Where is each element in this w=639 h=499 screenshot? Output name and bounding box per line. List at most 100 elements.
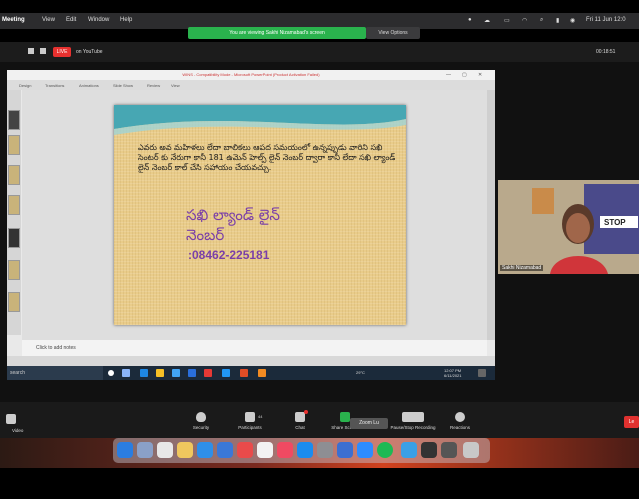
tab-animations[interactable]: Animations [79, 83, 99, 88]
menu-window[interactable]: Window [88, 17, 109, 23]
shield-icon [196, 412, 206, 422]
live-badge[interactable]: LIVE [53, 47, 71, 57]
pause-icon[interactable] [28, 48, 34, 54]
slide-thumbnail[interactable] [8, 228, 20, 248]
preview-icon[interactable] [337, 442, 353, 458]
launchpad-icon[interactable] [137, 442, 153, 458]
powerpoint-ribbon: Design Transitions Animations Slide Show… [7, 80, 495, 90]
safari-icon[interactable] [197, 442, 213, 458]
finder-icon[interactable] [117, 442, 133, 458]
temperature-label[interactable]: 29°C [356, 370, 365, 375]
chat-button[interactable]: Chat [280, 412, 320, 430]
slide-thumbnail[interactable] [8, 292, 20, 312]
taskbar-search-box[interactable]: search [7, 366, 103, 380]
participants-button[interactable]: Participants [230, 412, 270, 430]
youtube-label[interactable]: on YouTube [76, 49, 103, 55]
slide-thumbnail[interactable] [8, 135, 20, 155]
cloud-icon[interactable]: ☁ [484, 17, 490, 24]
zoom-app-icon[interactable] [222, 369, 230, 377]
notes-pane[interactable] [22, 340, 487, 356]
taskbar-date: 6/11/2021 [444, 373, 462, 378]
letterbox-bottom [0, 468, 639, 499]
zoom-dock-icon[interactable] [357, 442, 373, 458]
tab-design[interactable]: Design [19, 83, 31, 88]
file-explorer-icon[interactable] [156, 369, 164, 377]
shortcut-tooltip: Zoom Lu [350, 418, 388, 429]
wifi-icon[interactable]: ◠ [522, 17, 527, 24]
slide-heading-line2: నెంబర్ [186, 226, 225, 244]
close-icon[interactable]: ✕ [478, 72, 482, 78]
security-button[interactable]: Security [181, 412, 221, 430]
slide-thumbnail[interactable] [8, 195, 20, 215]
powerpoint-icon[interactable] [240, 369, 248, 377]
app-icon[interactable] [258, 369, 266, 377]
control-center-icon[interactable]: ◉ [570, 17, 575, 24]
participant-video[interactable]: STOP [498, 180, 639, 274]
recording-label: Pause/Stop Recording [390, 425, 436, 430]
store-icon[interactable] [172, 369, 180, 377]
leave-button[interactable]: Le [624, 416, 639, 428]
search-icon[interactable]: ⌕ [540, 17, 543, 24]
slide-thumbnail[interactable] [8, 260, 20, 280]
spotify-icon[interactable] [377, 442, 393, 458]
menu-clock[interactable]: Fri 11 Jun 12:0 [586, 17, 626, 23]
reactions-button[interactable]: Reactions [440, 412, 480, 430]
chrome-dock-icon[interactable] [157, 442, 173, 458]
trash-icon[interactable] [463, 442, 479, 458]
video-camera-icon[interactable] [6, 414, 16, 424]
participants-count: 44 [258, 414, 263, 419]
chat-label: Chat [295, 425, 305, 430]
slide-thumbnail[interactable] [8, 110, 20, 130]
taskbar-clock[interactable]: 12:07 PM 6/11/2021 [444, 368, 462, 378]
mail-icon[interactable] [188, 369, 196, 377]
participant-video-frame: STOP [498, 180, 639, 274]
folder-icon[interactable] [401, 442, 417, 458]
minimize-icon[interactable]: — [446, 72, 451, 78]
mail-dock-icon[interactable] [217, 442, 233, 458]
battery-icon[interactable]: ▮ [556, 17, 559, 24]
powerpoint-title-bar[interactable]: WINS - Compatibility Mode - Microsoft Po… [7, 70, 495, 80]
recording-button[interactable]: Pause/Stop Recording [388, 412, 438, 430]
slide-thumbnail[interactable] [8, 165, 20, 185]
chat-icon [295, 412, 305, 422]
slide-heading-line1: సఖి ల్యాండ్ లైన్ [186, 206, 280, 224]
vertical-scrollbar[interactable] [487, 90, 495, 340]
menu-view[interactable]: View [42, 17, 55, 23]
notes-icon[interactable] [177, 442, 193, 458]
start-icon[interactable] [108, 370, 114, 376]
video-banner-text: STOP [604, 218, 626, 227]
notes-placeholder[interactable]: Click to add notes [36, 345, 76, 351]
stream-timer: 00:18:51 [596, 49, 616, 55]
display-icon[interactable]: ▭ [504, 17, 510, 24]
slide-wave-decoration [114, 105, 406, 135]
chrome-icon[interactable] [204, 369, 212, 377]
tab-review[interactable]: Review [147, 83, 160, 88]
task-view-icon[interactable] [122, 369, 130, 377]
menu-edit[interactable]: Edit [66, 17, 76, 23]
photos-icon[interactable] [237, 442, 253, 458]
reactions-label: Reactions [449, 425, 470, 430]
participants-icon [245, 412, 255, 422]
settings-icon[interactable] [317, 442, 333, 458]
menu-app-name[interactable]: Meeting [2, 17, 25, 23]
music-icon[interactable] [277, 442, 293, 458]
slide-body-text: ఎవరు అవ మహిళలు లేదా బాలికలు ఆపద సమయంలో ఉ… [138, 143, 396, 172]
zoom-status-icon[interactable]: ● [468, 17, 472, 23]
tab-view[interactable]: View [171, 83, 180, 88]
pause-stop-icon [402, 412, 424, 422]
terminal-icon[interactable] [421, 442, 437, 458]
share-banner: You are viewing Sakhi Nizamabad's screen [188, 27, 366, 39]
tab-transitions[interactable]: Transitions [45, 83, 64, 88]
screenshot-icon[interactable] [441, 442, 457, 458]
video-button-label[interactable]: Video [12, 428, 23, 433]
notification-icon[interactable] [478, 369, 486, 377]
maximize-icon[interactable]: ▢ [462, 72, 467, 78]
view-options-button[interactable]: View Options [366, 27, 420, 39]
edge-icon[interactable] [140, 369, 148, 377]
tab-slide-show[interactable]: Slide Show [113, 83, 133, 88]
menu-help[interactable]: Help [120, 17, 132, 23]
app-store-icon[interactable] [297, 442, 313, 458]
participants-label: Participants [238, 425, 262, 430]
stop-icon[interactable] [40, 48, 46, 54]
calendar-icon[interactable] [257, 442, 273, 458]
